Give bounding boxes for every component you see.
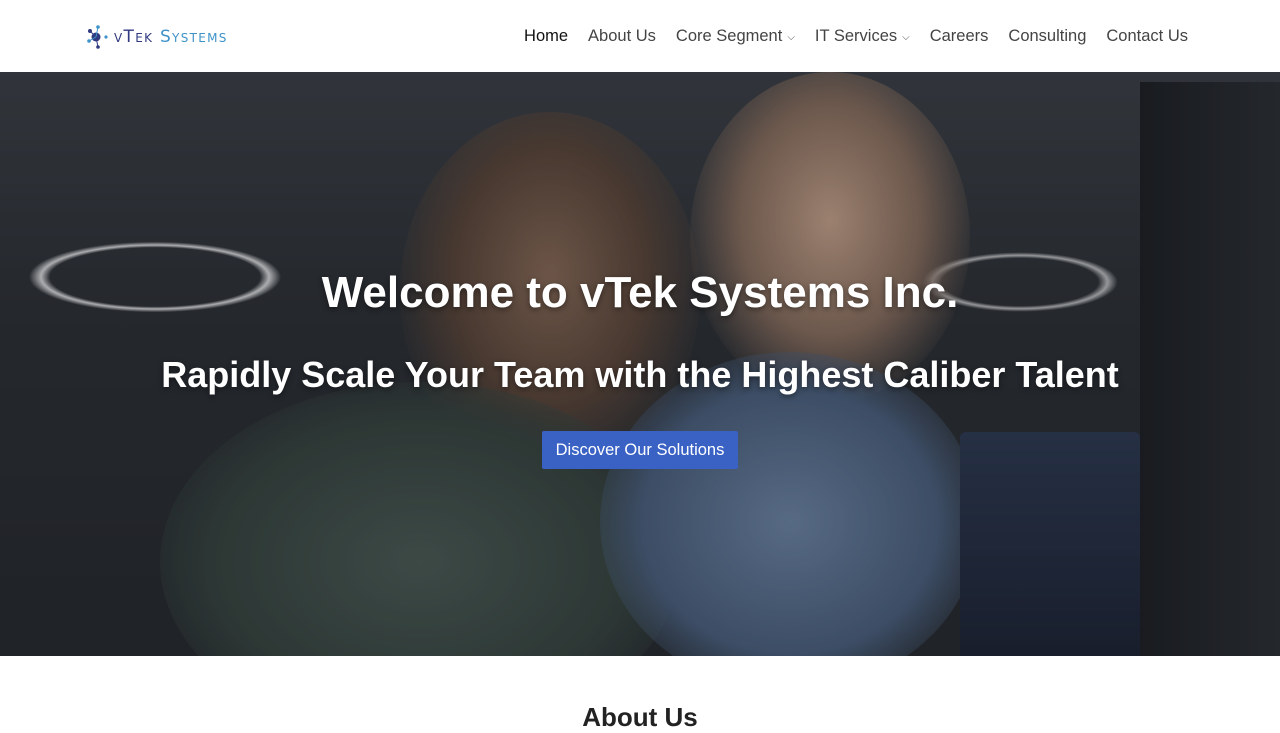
hero-subtitle: Rapidly Scale Your Team with the Highest…	[161, 354, 1119, 395]
site-logo[interactable]: vTek Systems	[86, 23, 228, 51]
nav-about-us[interactable]: About Us	[588, 27, 656, 46]
nav-careers-label: Careers	[929, 26, 989, 45]
nav-about-label: About Us	[588, 26, 656, 45]
nav-home[interactable]: Home	[524, 27, 568, 46]
about-us-heading: About Us	[582, 702, 698, 732]
logo-systems: Systems	[159, 26, 228, 47]
nav-it-services[interactable]: IT Services ⌵	[815, 27, 910, 46]
site-header: vTek Systems Home About Us Core Segment ⌵…	[0, 0, 1280, 72]
nav-it-services-label: IT Services	[814, 26, 898, 45]
chevron-down-icon: ⌵	[902, 31, 910, 43]
logo-v: v	[114, 26, 124, 47]
nav-core-segment-label: Core Segment	[675, 26, 783, 45]
nav-consulting-label: Consulting	[1008, 26, 1087, 45]
nav-consulting[interactable]: Consulting	[1008, 27, 1086, 46]
nav-careers[interactable]: Careers	[930, 27, 989, 46]
logo-tek: Tek	[123, 26, 160, 47]
nav-home-label: Home	[524, 26, 569, 45]
logo-wordmark: vTek Systems	[114, 26, 228, 47]
nav-contact-us[interactable]: Contact Us	[1106, 27, 1188, 46]
hero-content: Welcome to vTek Systems Inc. Rapidly Sca…	[0, 72, 1280, 656]
atom-dots-icon	[87, 25, 108, 49]
hero-banner: Welcome to vTek Systems Inc. Rapidly Sca…	[0, 72, 1280, 656]
chevron-down-icon: ⌵	[787, 31, 795, 43]
nav-contact-label: Contact Us	[1106, 26, 1188, 45]
discover-solutions-button[interactable]: Discover Our Solutions	[542, 431, 738, 469]
nav-core-segment[interactable]: Core Segment ⌵	[676, 27, 795, 46]
hero-title: Welcome to vTek Systems Inc.	[321, 268, 959, 317]
main-nav: Home About Us Core Segment ⌵ IT Services ⌵…	[504, 0, 1188, 72]
